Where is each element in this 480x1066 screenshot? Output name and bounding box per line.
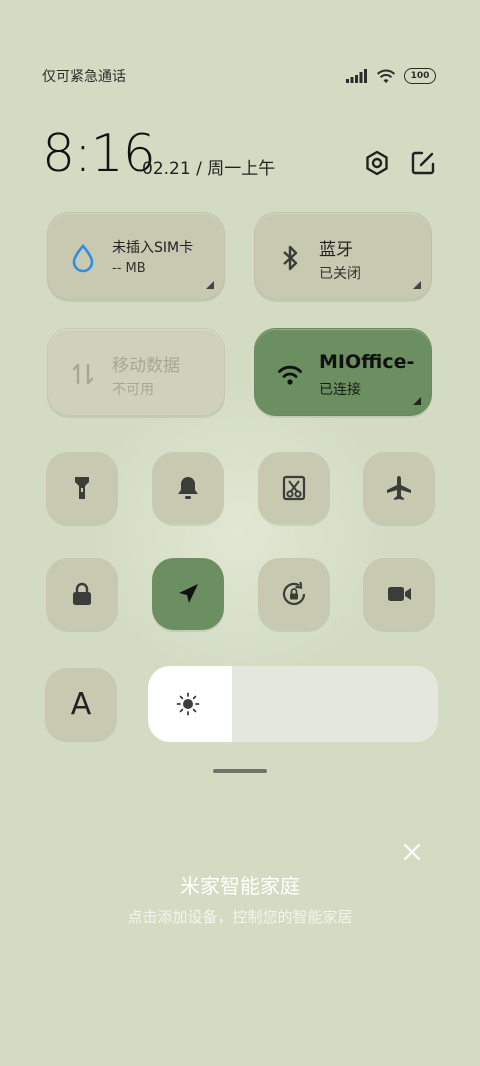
- airplane-icon: [387, 476, 411, 500]
- status-icons: 100: [346, 68, 436, 84]
- date-text: 02.21 / 周一上午: [142, 159, 276, 179]
- bluetooth-icon: [283, 245, 298, 271]
- close-icon[interactable]: [402, 842, 422, 862]
- tile-title: MIOffice-: [319, 351, 415, 373]
- tile-subtitle: 不可用: [112, 382, 154, 398]
- tile-subtitle: -- MB: [112, 261, 146, 276]
- bell-icon: [178, 477, 198, 499]
- battery-indicator: 100: [404, 68, 436, 84]
- background-glow: [90, 380, 390, 680]
- tile-title: 未插入SIM卡: [112, 240, 194, 256]
- screenshot-toggle[interactable]: [258, 452, 330, 524]
- wifi-tile[interactable]: MIOffice- 已连接: [254, 328, 432, 416]
- expand-corner[interactable]: [413, 281, 421, 289]
- sun-icon: [176, 692, 200, 716]
- flashlight-toggle[interactable]: [46, 452, 118, 524]
- brightness-slider[interactable]: [148, 666, 438, 742]
- edit-icon[interactable]: [410, 150, 436, 176]
- expand-corner[interactable]: [206, 281, 214, 289]
- silent-toggle[interactable]: [152, 452, 224, 524]
- flashlight-icon: [75, 477, 89, 499]
- smart-home-subtitle[interactable]: 点击添加设备，控制您的智能家居: [0, 906, 480, 927]
- lock-icon: [73, 582, 91, 605]
- mobile-data-icon: [72, 363, 94, 385]
- tile-subtitle: 已连接: [319, 382, 361, 398]
- font-size-button[interactable]: A: [45, 668, 117, 740]
- water-drop-icon: [72, 244, 94, 273]
- carrier-text: 仅可紧急通话: [42, 69, 126, 85]
- rotation-lock-icon: [282, 581, 306, 606]
- smart-home-title[interactable]: 米家智能家庭: [0, 870, 480, 899]
- settings-icon[interactable]: [364, 150, 390, 176]
- wifi-icon: [278, 365, 302, 385]
- expand-corner[interactable]: [413, 397, 421, 405]
- mobile-data-tile[interactable]: 移动数据 不可用: [47, 328, 225, 416]
- status-bar: 仅可紧急通话 100: [42, 64, 436, 88]
- tile-title: 蓝牙: [319, 240, 353, 260]
- screenshot-icon: [282, 475, 306, 501]
- location-toggle[interactable]: [152, 558, 224, 630]
- lock-screen-toggle[interactable]: [46, 558, 118, 630]
- video-toggle[interactable]: [363, 558, 435, 630]
- signal-icon: [346, 69, 367, 83]
- header: 8:16 02.21 / 周一上午: [42, 124, 436, 184]
- airplane-toggle[interactable]: [363, 452, 435, 524]
- video-camera-icon: [388, 587, 411, 601]
- location-icon: [179, 584, 198, 603]
- tile-title: 移动数据: [112, 356, 180, 376]
- rotation-lock-toggle[interactable]: [258, 558, 330, 630]
- sim-data-tile[interactable]: 未插入SIM卡 -- MB: [47, 212, 225, 300]
- tile-subtitle: 已关闭: [319, 266, 361, 282]
- bluetooth-tile[interactable]: 蓝牙 已关闭: [254, 212, 432, 300]
- drag-handle[interactable]: [213, 769, 267, 773]
- wifi-status-icon: [376, 69, 396, 83]
- clock: 8:16: [42, 124, 156, 184]
